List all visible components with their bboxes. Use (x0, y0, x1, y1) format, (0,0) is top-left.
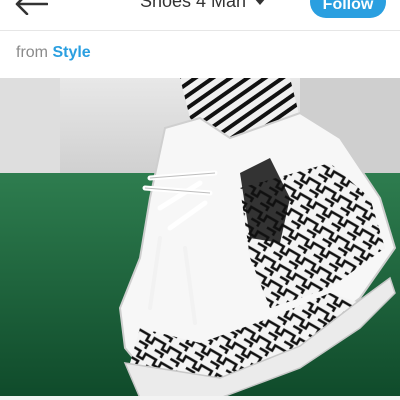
pin-source: from Style (16, 44, 91, 62)
bottom-edge (0, 396, 400, 400)
board-title: Shoes 4 Man (140, 0, 247, 11)
header-divider (0, 30, 400, 31)
pin-image[interactable] (0, 78, 400, 400)
back-button[interactable] (14, 0, 48, 20)
board-selector[interactable]: Shoes 4 Man (140, 0, 267, 12)
top-bar: Shoes 4 Man Follow (0, 0, 400, 22)
sneaker-photo (0, 78, 400, 400)
source-prefix: from (16, 44, 48, 61)
arrow-left-icon (15, 0, 48, 15)
source-link[interactable]: Style (52, 44, 90, 61)
follow-button[interactable]: Follow (310, 0, 386, 18)
caret-down-icon (254, 0, 267, 5)
